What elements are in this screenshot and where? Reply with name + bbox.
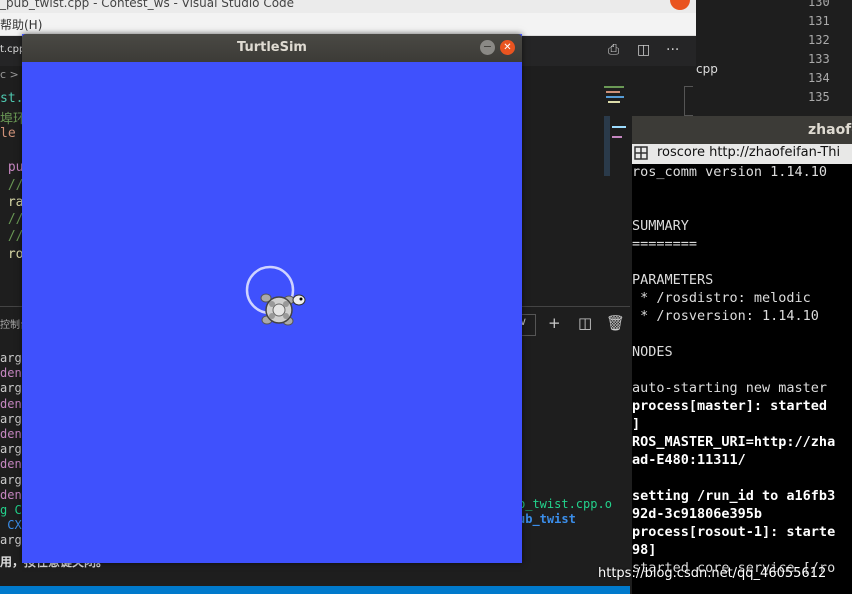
terminal-output-line: ad-E480:11311/ [632, 452, 746, 468]
build-output-2: ub_twist [518, 512, 576, 526]
terminal-line: den [0, 487, 22, 502]
line-number: 130 [808, 0, 830, 9]
terminal-output-line: auto-starting new master [632, 380, 828, 396]
code-line: st. [0, 91, 24, 106]
turtle-icon [260, 293, 306, 326]
terminal-output-line: NODES [632, 344, 673, 360]
terminal-output-line: ros_comm version 1.14.10 [632, 164, 828, 180]
terminal-output-line: SUMMARY [632, 218, 689, 234]
terminal-line: arg [0, 442, 22, 457]
terminal-tab[interactable]: roscore http://zhaofeifan-Thi [657, 145, 840, 160]
terminal-line: CX [0, 518, 22, 533]
terminal-output-line: 98] [632, 542, 657, 558]
code-line: // [0, 229, 24, 245]
terminal-output-line: ======== [632, 236, 698, 252]
code-line: ro [0, 246, 24, 262]
terminal-output-line: process[rosout-1]: starte [632, 524, 836, 540]
terminal-output-line: ROS_MASTER_URI=http://zha [632, 434, 836, 450]
terminal-output-line: process[master]: started [632, 398, 828, 414]
terminal-line: den [0, 427, 22, 441]
line-number: 133 [808, 52, 830, 66]
minimize-button[interactable]: − [480, 40, 495, 55]
terminal-output-line: * /rosdistro: melodic [632, 290, 811, 306]
menu-help[interactable]: 帮助(H) [0, 16, 42, 33]
terminal-line: arg [0, 351, 22, 365]
terminal-line: arg [0, 533, 22, 548]
line-number: 135 [808, 90, 830, 104]
minimap[interactable] [604, 86, 630, 176]
vscode-menubar: 帮助(H) [0, 13, 696, 36]
terminal-output-line: 92d-3c91806e395b [632, 506, 763, 522]
terminal-output-line: ] [632, 416, 641, 432]
terminal-line: arg [0, 411, 22, 426]
terminal-output-line: setting /run_id to a16fb3 [632, 488, 836, 504]
turtlesim-canvas [245, 265, 306, 326]
line-number: 131 [808, 14, 830, 28]
close-button[interactable]: ✕ [500, 40, 515, 55]
vscode-window-title: _pub_twist.cpp - Contest_ws - Visual Stu… [0, 0, 295, 10]
terminal-line: den [0, 457, 22, 472]
turtlesim-title: TurtleSim [237, 40, 307, 55]
new-tab-icon[interactable] [634, 146, 648, 160]
split-editor-icon[interactable]: ◫ [637, 42, 650, 58]
terminal-line: arg [0, 381, 22, 396]
terminal-line: arg [0, 472, 22, 487]
vscode-titlebar: _pub_twist.cpp - Contest_ws - Visual Stu… [0, 0, 696, 13]
terminal-line: g C [0, 503, 22, 517]
code-line: // [0, 212, 24, 228]
code-line: ra [0, 194, 24, 210]
terminal-output-line: * /rosversion: 1.14.10 [632, 308, 819, 324]
split-terminal-icon[interactable]: ◫ [578, 314, 592, 332]
open-preview-icon[interactable]: ⎙ [608, 42, 619, 58]
build-output-1: b_twist.cpp.o [518, 497, 612, 511]
more-actions-icon[interactable]: ··· [666, 42, 679, 58]
terminal-line: den [0, 396, 22, 411]
explorer-frame [684, 86, 693, 116]
watermark: https://blog.csdn.net/qq_46055612 [598, 566, 827, 581]
terminal-line: den [0, 366, 22, 381]
explorer-file[interactable]: cpp [696, 62, 806, 82]
line-number: 134 [808, 71, 830, 85]
status-bar [0, 586, 630, 594]
line-number: 132 [808, 33, 830, 47]
code-line: // [0, 177, 24, 193]
terminal-title: zhaofe [808, 122, 852, 138]
terminal-output-line: PARAMETERS [632, 272, 714, 288]
code-line: le [0, 125, 16, 141]
new-terminal-icon[interactable]: + [548, 314, 561, 332]
trash-icon[interactable]: 🗑 [606, 314, 625, 332]
